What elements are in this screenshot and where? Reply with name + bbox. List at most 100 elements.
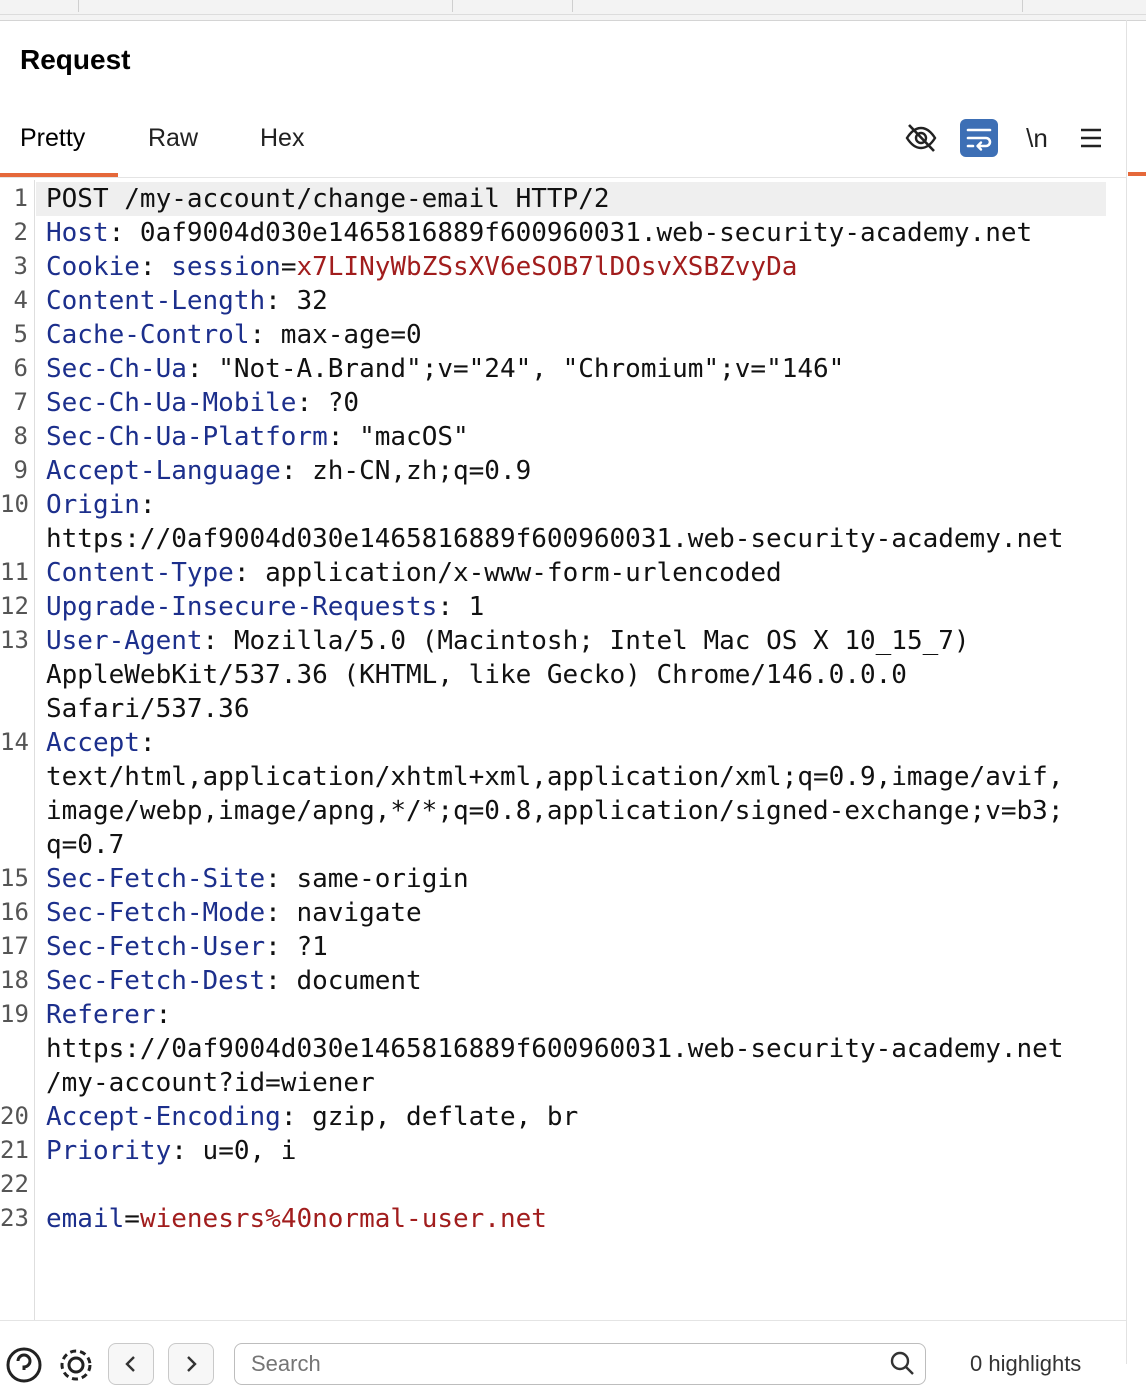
- eye-off-icon: [905, 124, 937, 152]
- window-top-strip: [0, 0, 1146, 21]
- header-sec-fetch-mode: Sec-Fetch-Mode: navigate: [46, 898, 422, 928]
- request-editor[interactable]: 1 2 3 4 5 6 7 8 9 10 11 12 13 14 15 16 1…: [0, 180, 1126, 1320]
- header-name: Content-Length: [46, 286, 266, 316]
- header-sec-fetch-site: Sec-Fetch-Site: same-origin: [46, 864, 469, 894]
- help-icon[interactable]: [4, 1345, 44, 1385]
- header-content-length: Content-Length: 32: [46, 286, 328, 316]
- divider: [0, 14, 1146, 15]
- divider: [1022, 0, 1023, 12]
- menu-button[interactable]: [1072, 118, 1110, 158]
- chevron-right-icon: [187, 1356, 197, 1372]
- header-content-type: Content-Type: application/x-www-form-url…: [46, 558, 782, 588]
- header-accept-language: Accept-Language: zh-CN,zh;q=0.9: [46, 456, 532, 486]
- header-name: Cookie: [46, 252, 140, 282]
- accent-indicator: [1128, 172, 1146, 176]
- line-number: 10: [0, 490, 29, 518]
- tab-raw[interactable]: Raw: [148, 124, 198, 153]
- highlights-count: 0 highlights: [970, 1351, 1082, 1376]
- line-number: 13: [0, 626, 29, 654]
- header-value: q=0.7: [46, 830, 125, 860]
- header-user-agent: User-Agent: Mozilla/5.0 (Macintosh; Inte…: [46, 626, 970, 656]
- header-value: Safari/537.36: [46, 694, 250, 724]
- header-sec-ch-ua-platform: Sec-Ch-Ua-Platform: "macOS": [46, 422, 469, 452]
- tab-hex[interactable]: Hex: [260, 124, 304, 153]
- header-value: 1: [453, 592, 485, 622]
- header-value: https://0af9004d030e1465816889f600960031…: [46, 1034, 1064, 1064]
- newline-icon: \n: [1026, 122, 1048, 153]
- header-value: /my-account?id=wiener: [46, 1068, 375, 1098]
- header-name: Upgrade-Insecure-Requests: [46, 592, 438, 622]
- line-number: 19: [0, 1000, 29, 1028]
- search-box[interactable]: [234, 1343, 926, 1385]
- hide-nonprinting-button[interactable]: [902, 118, 940, 158]
- line-number: 11: [0, 558, 29, 586]
- line-number: 3: [13, 252, 28, 280]
- header-accept-encoding: Accept-Encoding: gzip, deflate, br: [46, 1102, 579, 1132]
- bottom-toolbar: 0 highlights: [0, 1320, 1126, 1385]
- cookie-name: session: [171, 252, 281, 282]
- header-name: Host: [46, 218, 109, 248]
- header-name: Origin: [46, 490, 140, 520]
- header-value: u=0, i: [186, 1136, 297, 1166]
- header-sec-ch-ua-mobile: Sec-Ch-Ua-Mobile: ?0: [46, 388, 360, 418]
- header-name: Accept: [46, 728, 140, 758]
- param-value: wienesrs%40normal-user.net: [139, 1204, 547, 1234]
- line-number: 5: [13, 320, 28, 348]
- view-tabs: Pretty Raw Hex: [0, 112, 1126, 177]
- header-value: Mozilla/5.0 (Macintosh; Intel Mac OS X 1…: [218, 626, 970, 656]
- header-upgrade-insecure-requests: Upgrade-Insecure-Requests: 1: [46, 592, 485, 622]
- line-number: 1: [13, 184, 28, 212]
- divider: [572, 0, 573, 12]
- line-number: 8: [13, 422, 28, 450]
- tab-pretty[interactable]: Pretty: [20, 124, 85, 153]
- header-name: Sec-Fetch-User: [46, 932, 266, 962]
- gear-icon[interactable]: [56, 1345, 96, 1385]
- header-name: Sec-Ch-Ua: [46, 354, 187, 384]
- wrap-lines-button[interactable]: [960, 119, 998, 157]
- header-value: zh-CN,zh;q=0.9: [296, 456, 532, 486]
- line-number: 17: [0, 932, 29, 960]
- line-number: 14: [0, 728, 29, 756]
- header-name: Sec-Ch-Ua-Platform: [46, 422, 328, 452]
- header-value: navigate: [280, 898, 422, 928]
- header-value: document: [280, 966, 422, 996]
- line-number: 6: [13, 354, 28, 382]
- line-number: 9: [13, 456, 28, 484]
- next-match-button[interactable]: [168, 1343, 214, 1385]
- header-name: Priority: [46, 1136, 172, 1166]
- header-name: Sec-Fetch-Site: [46, 864, 266, 894]
- line-number: 16: [0, 898, 29, 926]
- header-value: 0af9004d030e1465816889f600960031.web-sec…: [124, 218, 1033, 248]
- header-value: max-age=0: [265, 320, 422, 350]
- header-value: same-origin: [280, 864, 469, 894]
- header-value: ?0: [312, 388, 360, 418]
- header-name: Accept-Encoding: [46, 1102, 281, 1132]
- header-value: "macOS": [343, 422, 469, 452]
- header-sec-fetch-dest: Sec-Fetch-Dest: document: [46, 966, 422, 996]
- menu-icon: [1081, 128, 1101, 148]
- line-number: 22: [0, 1170, 29, 1198]
- panel-divider: [1126, 20, 1127, 1364]
- cookie-value: x7LINyWbZSsXV6eSOB7lDOsvXSBZvyDa: [296, 252, 798, 282]
- line-number: 12: [0, 592, 29, 620]
- header-value: application/x-www-form-urlencoded: [249, 558, 782, 588]
- header-name: Sec-Fetch-Dest: [46, 966, 266, 996]
- header-name: User-Agent: [46, 626, 203, 656]
- search-input[interactable]: [249, 1348, 873, 1380]
- wrap-lines-icon: [966, 128, 992, 151]
- header-name: Cache-Control: [46, 320, 250, 350]
- header-sec-ch-ua: Sec-Ch-Ua: "Not-A.Brand";v="24", "Chromi…: [46, 354, 845, 384]
- header-name: Sec-Fetch-Mode: [46, 898, 266, 928]
- header-host: Host: 0af9004d030e1465816889f600960031.w…: [46, 218, 1033, 248]
- divider: [78, 0, 79, 12]
- chevron-left-icon: [125, 1356, 135, 1372]
- header-value: https://0af9004d030e1465816889f600960031…: [46, 524, 1064, 554]
- line-number: 7: [13, 388, 28, 416]
- param-name: email: [46, 1204, 125, 1234]
- line-number: 21: [0, 1136, 29, 1164]
- divider: [0, 177, 1126, 178]
- show-newlines-button[interactable]: \n: [1018, 118, 1056, 158]
- previous-match-button[interactable]: [108, 1343, 154, 1385]
- header-name: Referer: [46, 1000, 156, 1030]
- header-name: Sec-Ch-Ua-Mobile: [46, 388, 297, 418]
